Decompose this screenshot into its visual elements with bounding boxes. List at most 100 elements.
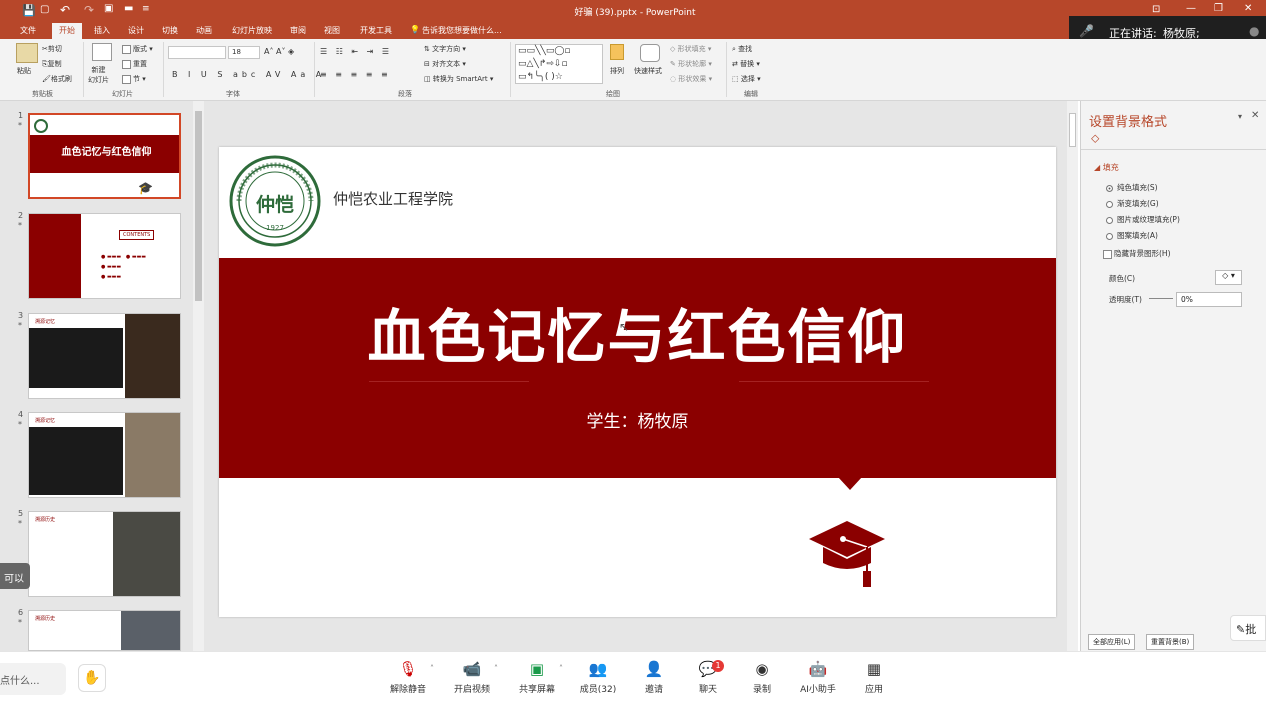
tab-home[interactable]: 开始 bbox=[52, 23, 82, 39]
annotate-chip[interactable]: ✎批 bbox=[1230, 615, 1266, 641]
option-picture-fill[interactable]: 图片或纹理填充(P) bbox=[1106, 214, 1180, 225]
tab-insert[interactable]: 插入 bbox=[94, 25, 110, 36]
share-options-chevron[interactable]: ˄ bbox=[559, 664, 563, 673]
transparency-slider[interactable] bbox=[1149, 298, 1173, 299]
tab-file[interactable]: 文件 bbox=[20, 25, 36, 36]
shape-fill-button[interactable]: ◇ 形状填充 ▾ bbox=[670, 44, 711, 54]
folder-icon[interactable]: ▬ bbox=[124, 3, 133, 14]
font-size-input[interactable]: 18 bbox=[228, 46, 260, 59]
save-icon[interactable]: 💾 bbox=[22, 4, 36, 17]
section-button[interactable]: 节 ▾ bbox=[122, 74, 146, 84]
apply-to-all-button[interactable]: 全部应用(L) bbox=[1088, 634, 1136, 650]
slide-thumbnail-6[interactable]: 溯源历史 bbox=[28, 610, 181, 651]
fill-bucket-icon[interactable]: ⬦ bbox=[1091, 131, 1099, 146]
invite-button[interactable]: 👤 邀请 bbox=[624, 660, 684, 695]
option-solid-fill[interactable]: 纯色填充(S) bbox=[1106, 182, 1158, 193]
font-grow-shrink[interactable]: A˄ A˅ ◈ bbox=[264, 47, 294, 56]
find-button[interactable]: ⌕ 查找 bbox=[732, 44, 752, 54]
group-paragraph: 段落 bbox=[398, 90, 412, 98]
slide-thumbnail-2[interactable]: CONTENTS ● ▬▬▬ ● ▬▬▬ ● ▬▬▬ ● ▬▬▬ bbox=[28, 213, 181, 299]
tab-design[interactable]: 设计 bbox=[128, 25, 144, 36]
smartart-button[interactable]: ◫ 转换为 SmartArt ▾ bbox=[424, 74, 493, 84]
pane-options-icon[interactable]: ▾ bbox=[1238, 112, 1242, 121]
effects-icon: ◌ bbox=[670, 75, 677, 83]
align-text-button[interactable]: ⊟ 对齐文本 ▾ bbox=[424, 59, 466, 69]
thumb-heading: 溯源记忆 bbox=[35, 418, 56, 424]
align-buttons[interactable]: ≡ ≡ ≡ ≡ ≡ bbox=[320, 70, 391, 79]
new-slide-icon[interactable] bbox=[92, 43, 112, 61]
arrange-button[interactable]: 排列 bbox=[610, 66, 624, 76]
tab-developer[interactable]: 开发工具 bbox=[360, 25, 392, 36]
slide-thumbnail-3[interactable]: 溯源记忆 bbox=[28, 313, 181, 399]
scrollbar-thumb[interactable] bbox=[195, 111, 202, 301]
copy-button[interactable]: ⎘复制 bbox=[42, 59, 62, 69]
hide-background-checkbox[interactable]: 隐藏背景图形(H) bbox=[1103, 248, 1171, 259]
list-buttons[interactable]: ☰ ☷ ⇤ ⇥ ☰ bbox=[320, 47, 392, 56]
start-video-button[interactable]: 📹 开启视频 bbox=[442, 660, 502, 695]
slide-thumbnail-5[interactable]: 溯源历史 bbox=[28, 511, 181, 597]
cut-button[interactable]: ✂剪切 bbox=[42, 44, 62, 54]
option-gradient-fill[interactable]: 渐变填充(G) bbox=[1106, 198, 1159, 209]
restore-button[interactable]: ❐ bbox=[1214, 3, 1223, 14]
thumb-photo bbox=[121, 611, 180, 650]
members-button[interactable]: 👥 成员(32) bbox=[568, 660, 628, 695]
record-button[interactable]: ◉ 录制 bbox=[732, 660, 792, 695]
mute-options-chevron[interactable]: ˄ bbox=[430, 664, 434, 673]
tab-transitions[interactable]: 切换 bbox=[162, 25, 178, 36]
apps-button[interactable]: ▦ 应用 bbox=[844, 660, 904, 695]
tell-me-search[interactable]: 告诉我您想要做什么... bbox=[422, 25, 502, 36]
tab-slideshow[interactable]: 幻灯片放映 bbox=[232, 25, 272, 36]
ai-assistant-button[interactable]: 🤖 AI小助手 bbox=[788, 660, 848, 695]
pane-close-icon[interactable]: ✕ bbox=[1251, 110, 1259, 121]
close-button[interactable]: ✕ bbox=[1244, 3, 1252, 14]
chat-input[interactable]: 点什么... bbox=[0, 663, 66, 695]
share-screen-button[interactable]: ▣ 共享屏幕 bbox=[507, 660, 567, 695]
text-direction-button[interactable]: ⇅ 文字方向 ▾ bbox=[424, 44, 466, 54]
customize-qat-icon[interactable]: ≡ bbox=[142, 4, 150, 14]
option-pattern-fill[interactable]: 图案填充(A) bbox=[1106, 230, 1158, 241]
raise-hand-icon[interactable]: ✋ bbox=[78, 664, 106, 692]
editor-scrollbar[interactable] bbox=[1067, 101, 1078, 651]
paste-button[interactable]: 粘贴 bbox=[17, 66, 31, 76]
video-options-chevron[interactable]: ˄ bbox=[494, 664, 498, 673]
quick-styles-icon[interactable] bbox=[640, 44, 660, 62]
chat-button[interactable]: 💬 聊天 bbox=[678, 660, 738, 695]
print-preview-icon[interactable]: ▢ bbox=[40, 4, 49, 15]
animation-star-icon: * bbox=[18, 321, 22, 330]
ribbon-display-icon[interactable]: ⊡ bbox=[1152, 4, 1160, 15]
transparency-input[interactable]: 0% bbox=[1176, 292, 1242, 307]
minimize-button[interactable]: — bbox=[1186, 3, 1196, 14]
redo-icon[interactable]: ↷ bbox=[84, 3, 94, 17]
format-painter-button[interactable]: 🖌格式刷 bbox=[42, 74, 72, 84]
replace-button[interactable]: ⇄ 替换 ▾ bbox=[732, 59, 760, 69]
layout-button[interactable]: 版式 ▾ bbox=[122, 44, 153, 54]
shapes-gallery[interactable]: ▭▭╲╲▭◯▫ ▭△╲↱⇨⇩▫ ▭↰╰╮( )☆ bbox=[515, 44, 603, 84]
tab-view[interactable]: 视图 bbox=[324, 25, 340, 36]
new-slide-button[interactable]: 新建 幻灯片 bbox=[88, 65, 109, 85]
shape-outline-button[interactable]: ✎ 形状轮廓 ▾ bbox=[670, 59, 712, 69]
select-button[interactable]: ⬚ 选择 ▾ bbox=[732, 74, 761, 84]
undo-icon[interactable]: ↶ bbox=[60, 3, 70, 17]
current-slide[interactable]: 仲恺 1927 仲恺农业工程学院 血色记忆与红色信仰 学生：杨牧原 ↖ bbox=[219, 147, 1056, 617]
more-icon[interactable]: ● bbox=[1249, 24, 1259, 38]
slide-thumbnail-1[interactable]: 血色记忆与红色信仰 🎓 bbox=[28, 113, 181, 199]
font-format-row[interactable]: B I U S abc AV Aa A bbox=[172, 70, 325, 79]
tab-animations[interactable]: 动画 bbox=[196, 25, 212, 36]
tab-review[interactable]: 审阅 bbox=[290, 25, 306, 36]
quick-styles-button[interactable]: 快速样式 bbox=[634, 66, 662, 76]
reset-background-button[interactable]: 重置背景(B) bbox=[1146, 634, 1195, 650]
start-slideshow-icon[interactable]: ▣ bbox=[104, 3, 113, 14]
editor-scrollbar-thumb[interactable] bbox=[1069, 113, 1076, 147]
reset-button[interactable]: 重置 bbox=[122, 59, 147, 69]
font-name-input[interactable] bbox=[168, 46, 226, 59]
color-picker-button[interactable]: ◇ ▾ bbox=[1215, 270, 1242, 285]
paste-icon[interactable] bbox=[16, 43, 38, 63]
shape-effects-button[interactable]: ◌ 形状效果 ▾ bbox=[670, 74, 712, 84]
unmute-button[interactable]: 🎙 解除静音 bbox=[378, 660, 438, 695]
animation-star-icon: * bbox=[18, 420, 22, 429]
arrange-icon[interactable] bbox=[610, 44, 624, 60]
slide-thumbnail-4[interactable]: 溯源记忆 bbox=[28, 412, 181, 498]
thumbnails-scrollbar[interactable] bbox=[193, 101, 204, 651]
fill-section-header[interactable]: ◢ 填充 bbox=[1094, 162, 1119, 173]
left-side-chip[interactable]: 可以 bbox=[0, 563, 30, 589]
